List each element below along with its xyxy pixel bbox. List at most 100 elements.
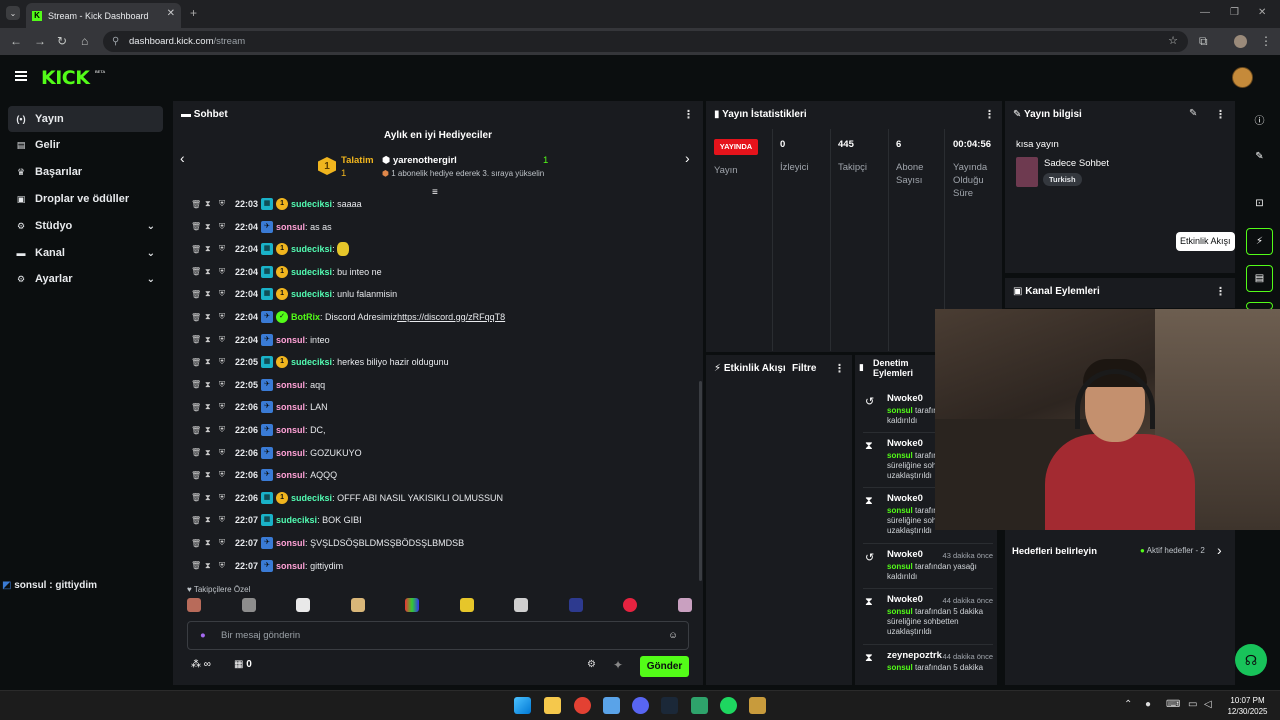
tray-overflow-icon[interactable]: ⌃ — [1124, 699, 1132, 710]
sidebar-item-gelir[interactable]: ▤ Gelir — [8, 132, 163, 158]
timeout-icon[interactable]: ⧗ — [205, 289, 219, 299]
gifters-next-icon[interactable]: › — [685, 150, 690, 166]
emote-item[interactable] — [677, 598, 692, 612]
timeout-icon[interactable]: ⧗ — [205, 222, 219, 232]
delete-icon[interactable]: 🗑 — [191, 403, 205, 412]
emote-item[interactable] — [623, 598, 638, 612]
message-link[interactable]: https://discord.gg/zRFqqT8 — [397, 312, 505, 322]
top-gifter-name[interactable]: Talatim — [341, 155, 374, 166]
start-icon[interactable] — [514, 697, 531, 714]
ban-icon[interactable]: ⛨ — [219, 267, 233, 277]
new-tab-button[interactable]: + — [190, 6, 197, 20]
second-gifter[interactable]: ⬢ yarenothergirl — [382, 155, 457, 166]
chat-scrollbar[interactable] — [699, 381, 702, 581]
maximize-button[interactable]: ❐ — [1230, 7, 1239, 18]
chat-message[interactable]: 🗑 ⧗ ⛨ 22:06 ✈ sonsul: GOZUKUYO — [191, 443, 362, 463]
delete-icon[interactable]: 🗑 — [191, 539, 205, 548]
delete-icon[interactable]: 🗑 — [191, 561, 205, 570]
system-clock[interactable]: 10:07 PM 12/30/2025 — [1220, 695, 1275, 717]
message-username[interactable]: sonsul — [276, 335, 305, 345]
moderator-name[interactable]: Nwoke0 — [887, 594, 923, 605]
ban-icon[interactable]: ⛨ — [219, 199, 233, 209]
chat-message[interactable]: 🗑 ⧗ ⛨ 22:04 ▦ 1 sudeciksi: bu inteo ne — [191, 262, 382, 282]
delete-icon[interactable]: 🗑 — [191, 313, 205, 322]
home-button[interactable]: ⌂ — [81, 34, 88, 48]
target-user[interactable]: sonsul — [887, 607, 913, 616]
sidebar-item-kanal[interactable]: ▬ Kanal ⌄ — [8, 240, 163, 266]
browser-tab[interactable]: K Stream - Kick Dashboard ✕ — [26, 3, 181, 28]
chat-message[interactable]: 🗑 ⧗ ⛨ 22:04 ▦ 1 sudeciksi: — [191, 239, 350, 259]
ban-icon[interactable]: ⛨ — [219, 448, 233, 458]
sidebar-item-ayarlar[interactable]: ⚙ Ayarlar ⌄ — [8, 266, 163, 292]
delete-icon[interactable]: 🗑 — [191, 335, 205, 344]
activity-menu-icon[interactable]: ⋮ — [834, 362, 845, 375]
message-username[interactable]: sonsul — [276, 402, 305, 412]
edit-icon[interactable]: ✎ — [1189, 108, 1197, 119]
emote-item[interactable] — [350, 598, 365, 612]
menu-icon[interactable] — [15, 71, 27, 81]
chat-message[interactable]: 🗑 ⧗ ⛨ 22:04 ▦ 1 sudeciksi: unlu falanmisin — [191, 284, 397, 304]
forward-button[interactable]: → — [34, 34, 46, 48]
message-username[interactable]: sudeciksi — [276, 515, 317, 525]
chat-message[interactable]: 🗑 ⧗ ⛨ 22:07 ✈ sonsul: ŞVŞLDSÖŞBLDMSŞBÖDSŞLBMD… — [191, 533, 464, 553]
message-username[interactable]: sudeciksi — [291, 199, 332, 209]
message-username[interactable]: sudeciksi — [291, 267, 332, 277]
target-user[interactable]: sonsul — [887, 451, 913, 460]
ban-icon[interactable]: ⛨ — [219, 244, 233, 254]
chrome-icon[interactable] — [574, 697, 591, 714]
chat-message[interactable]: 🗑 ⧗ ⛨ 22:03 ▦ 1 sudeciksi: saaaa — [191, 194, 362, 214]
message-username[interactable]: sonsul — [276, 222, 305, 232]
spotify-icon[interactable] — [720, 697, 737, 714]
volume-icon[interactable]: ◁ — [1204, 699, 1212, 710]
microphone-icon[interactable]: ● — [200, 622, 206, 650]
sidebar-item-basarilar[interactable]: ♛ Başarılar — [8, 159, 163, 185]
timeout-icon[interactable]: ⧗ — [205, 335, 219, 345]
timeout-icon[interactable]: ⧗ — [205, 244, 219, 254]
chat-message[interactable]: 🗑 ⧗ ⛨ 22:04 ✈ sonsul: inteo — [191, 330, 330, 350]
steam-icon[interactable] — [661, 697, 678, 714]
chevron-right-icon[interactable]: › — [1217, 542, 1222, 558]
message-username[interactable]: sonsul — [276, 538, 305, 548]
chat-message[interactable]: 🗑 ⧗ ⛨ 22:04 ✈ sonsul: as as — [191, 217, 332, 237]
tab-close-icon[interactable]: ✕ — [167, 8, 175, 19]
message-username[interactable]: sonsul — [276, 470, 305, 480]
site-info-icon[interactable]: ⚲ — [112, 31, 119, 52]
browser-menu-icon[interactable]: ⋮ — [1260, 34, 1272, 48]
sidebar-item-droplar[interactable]: ▣ Droplar ve ödüller — [8, 186, 163, 212]
sidebar-item-studyo[interactable]: ⚙ Stüdyo ⌄ — [8, 213, 163, 239]
support-chat-icon[interactable]: ☊ — [1235, 644, 1267, 676]
message-username[interactable]: sudeciksi — [291, 289, 332, 299]
chevron-down-icon[interactable]: ⌄ — [147, 274, 155, 285]
timeout-icon[interactable]: ⧗ — [205, 312, 219, 322]
tab-search-button[interactable]: ⌄ — [6, 6, 20, 20]
timeout-icon[interactable]: ⧗ — [205, 402, 219, 412]
chat-message[interactable]: 🗑 ⧗ ⛨ 22:04 ✈ ✓ BotRix: Discord Adresimiz http… — [191, 307, 505, 327]
moderator-name[interactable]: zeynepoztrk — [887, 650, 942, 661]
emote-item[interactable] — [187, 598, 201, 612]
delete-icon[interactable]: 🗑 — [191, 290, 205, 299]
stats-menu-icon[interactable]: ⋮ — [984, 108, 995, 121]
league-icon[interactable] — [749, 697, 766, 714]
chevron-down-icon[interactable]: ⌄ — [147, 221, 155, 232]
microphone-tray-icon[interactable]: ● — [1145, 699, 1151, 710]
gifters-prev-icon[interactable]: ‹ — [180, 150, 185, 166]
chat-message[interactable]: 🗑 ⧗ ⛨ 22:07 ▦ sudeciksi: BOK GIBI — [191, 510, 362, 530]
puzzle-icon[interactable]: ✦ — [613, 658, 623, 672]
ban-icon[interactable]: ⛨ — [219, 515, 233, 525]
app-icon[interactable] — [603, 697, 620, 714]
chat-message-input[interactable]: ● Bir mesaj gönderin ☺ — [187, 621, 689, 650]
moderator-name[interactable]: Nwoke0 — [887, 549, 923, 560]
ban-icon[interactable]: ⛨ — [219, 470, 233, 480]
send-button[interactable]: Gönder — [640, 656, 689, 677]
message-username[interactable]: sudeciksi — [291, 493, 332, 503]
target-user[interactable]: sonsul — [887, 562, 913, 571]
ban-icon[interactable]: ⛨ — [219, 357, 233, 367]
emote-item[interactable] — [459, 598, 474, 612]
notes-icon[interactable]: ▤ — [1246, 265, 1273, 292]
chat-message[interactable]: 🗑 ⧗ ⛨ 22:06 ✈ sonsul: DC, — [191, 420, 326, 440]
timeout-icon[interactable]: ⧗ — [205, 493, 219, 503]
message-username[interactable]: BotRix — [291, 312, 320, 322]
category-name[interactable]: Sadece Sohbet — [1044, 158, 1109, 169]
profile-avatar[interactable] — [1234, 35, 1247, 48]
chat-message[interactable]: 🗑 ⧗ ⛨ 22:05 ✈ sonsul: aqq — [191, 375, 325, 395]
